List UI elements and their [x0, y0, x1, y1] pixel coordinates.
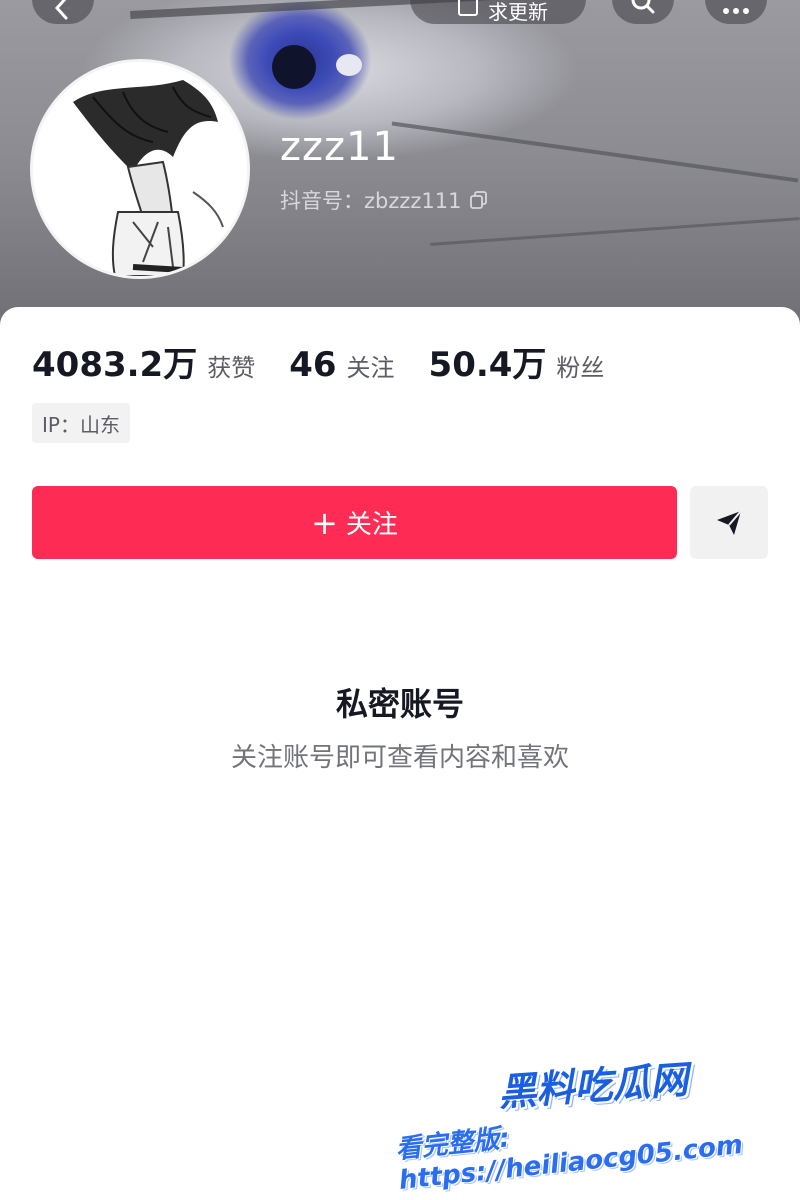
follow-button[interactable]: + 关注	[32, 486, 677, 559]
back-button[interactable]	[32, 0, 94, 24]
request-update-label: 求更新	[488, 0, 548, 24]
request-update-button[interactable]: 求更新	[410, 0, 586, 24]
likes-count: 4083.2万	[32, 345, 198, 385]
following-count[interactable]: 46	[289, 345, 336, 385]
followers-count[interactable]: 50.4万	[429, 337, 547, 386]
profile-cover: 求更新 zzz11 抖音号：zbzzz111	[0, 0, 800, 340]
search-icon	[631, 0, 655, 14]
followers-label[interactable]: 粉丝	[556, 348, 604, 383]
search-button[interactable]	[612, 0, 674, 24]
douyin-id-text: 抖音号：zbzzz111	[280, 189, 462, 213]
more-button[interactable]	[705, 0, 767, 24]
private-account-title: 私密账号	[335, 685, 464, 723]
share-button[interactable]	[690, 486, 768, 559]
ip-location-tag: IP：山东	[32, 403, 130, 443]
avatar[interactable]	[33, 62, 247, 276]
douyin-id: 抖音号：zbzzz111	[280, 185, 488, 215]
copy-icon[interactable]	[469, 191, 488, 209]
private-account-subtitle: 关注账号即可查看内容和喜欢	[230, 743, 569, 773]
profile-stats: 4083.2万 获赞 46 关注 50.4万 粉丝	[32, 337, 638, 386]
username: zzz11	[280, 124, 399, 170]
update-icon	[458, 0, 478, 16]
more-icon	[723, 8, 749, 14]
avatar-image	[33, 62, 247, 276]
back-icon	[54, 0, 68, 20]
follow-label: 关注	[345, 510, 398, 540]
plus-icon: +	[311, 503, 338, 542]
likes-label: 获赞	[207, 354, 256, 382]
share-icon	[717, 509, 742, 535]
following-label[interactable]: 关注	[347, 348, 395, 383]
